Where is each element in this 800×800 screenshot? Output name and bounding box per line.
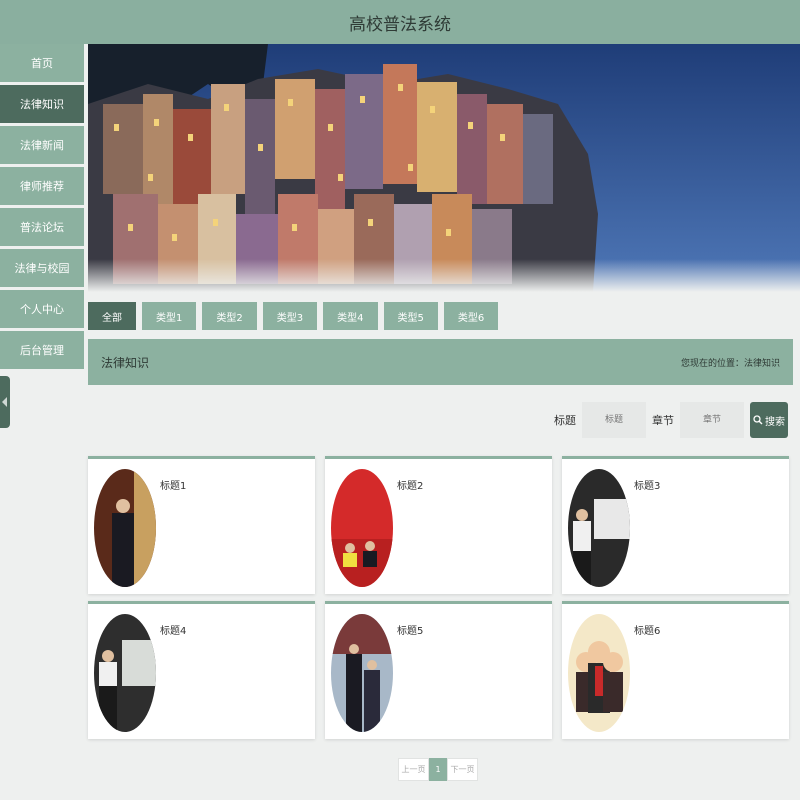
- sidebar-item-label: 首页: [31, 57, 53, 70]
- sidebar-collapse-toggle[interactable]: [0, 376, 10, 428]
- chevron-left-icon: [2, 397, 7, 407]
- list-item[interactable]: 标题6: [562, 601, 789, 739]
- tab-type-6[interactable]: 类型6: [443, 302, 499, 330]
- list-item[interactable]: 标题3: [562, 456, 789, 594]
- item-title: 标题5: [397, 626, 424, 637]
- list-item[interactable]: 标题5: [325, 601, 552, 739]
- item-thumbnail: [331, 614, 393, 732]
- item-title: 标题3: [634, 481, 661, 492]
- sidebar-nav: 首页 法律知识 法律新闻 律师推荐 普法论坛 法律与校园 个人中心 后台管理: [0, 44, 84, 372]
- section-header: 法律知识 您现在的位置：法律知识: [88, 339, 793, 385]
- tab-all[interactable]: 全部: [88, 302, 136, 330]
- app-title: 高校普法系统: [349, 14, 451, 35]
- cliffside-town-illustration: [88, 44, 800, 292]
- sidebar-item-label: 后台管理: [20, 344, 64, 357]
- search-button[interactable]: 搜索: [750, 402, 788, 438]
- tab-type-3[interactable]: 类型3: [262, 302, 318, 330]
- sidebar-item-label: 个人中心: [20, 303, 64, 316]
- pagination: 上一页 1 下一页: [398, 758, 478, 781]
- chapter-search-label: 章节: [652, 414, 674, 427]
- sidebar-item-legal-news[interactable]: 法律新闻: [0, 126, 84, 164]
- section-title: 法律知识: [101, 355, 150, 370]
- search-bar: 标题 章节 搜索: [554, 402, 788, 438]
- sidebar-item-legal-knowledge[interactable]: 法律知识: [0, 85, 84, 123]
- category-tabs: 全部 类型1 类型2 类型3 类型4 类型5 类型6: [88, 302, 499, 330]
- sidebar-item-label: 律师推荐: [20, 180, 64, 193]
- sidebar-item-law-campus[interactable]: 法律与校园: [0, 249, 84, 287]
- sidebar-item-admin[interactable]: 后台管理: [0, 331, 84, 369]
- search-icon: [753, 415, 763, 425]
- list-item[interactable]: 标题2: [325, 456, 552, 594]
- tab-type-5[interactable]: 类型5: [383, 302, 438, 330]
- sidebar-item-lawyer-recommend[interactable]: 律师推荐: [0, 167, 84, 205]
- item-thumbnail: [568, 469, 630, 587]
- sidebar-item-label: 法律与校园: [14, 262, 70, 275]
- search-button-label: 搜索: [765, 416, 785, 428]
- item-thumbnail: [568, 614, 630, 732]
- item-thumbnail: [94, 614, 156, 732]
- sidebar-item-label: 法律知识: [20, 98, 64, 111]
- page-number-current[interactable]: 1: [429, 758, 447, 781]
- item-title: 标题4: [160, 626, 187, 637]
- sidebar-item-label: 法律新闻: [20, 139, 64, 152]
- next-page-button[interactable]: 下一页: [447, 758, 478, 781]
- banner-image: [88, 44, 800, 292]
- sidebar-item-home[interactable]: 首页: [0, 44, 84, 82]
- item-title: 标题1: [160, 481, 187, 492]
- list-item[interactable]: 标题4: [88, 601, 315, 739]
- sidebar-item-forum[interactable]: 普法论坛: [0, 208, 84, 246]
- item-thumbnail: [94, 469, 156, 587]
- breadcrumb: 您现在的位置：法律知识: [680, 358, 780, 369]
- tab-type-1[interactable]: 类型1: [142, 302, 197, 330]
- sidebar-item-label: 普法论坛: [20, 221, 64, 234]
- item-title: 标题2: [397, 481, 424, 492]
- title-search-label: 标题: [554, 414, 576, 427]
- tab-type-4[interactable]: 类型4: [323, 302, 378, 330]
- header-bar: 高校普法系统: [0, 0, 800, 44]
- chapter-search-input[interactable]: [680, 402, 744, 438]
- title-search-input[interactable]: [582, 402, 646, 438]
- tab-type-2[interactable]: 类型2: [202, 302, 257, 330]
- prev-page-button[interactable]: 上一页: [398, 758, 429, 781]
- sidebar-item-personal-center[interactable]: 个人中心: [0, 290, 84, 328]
- list-item[interactable]: 标题1: [88, 456, 315, 594]
- item-title: 标题6: [634, 626, 661, 637]
- item-thumbnail: [331, 469, 393, 587]
